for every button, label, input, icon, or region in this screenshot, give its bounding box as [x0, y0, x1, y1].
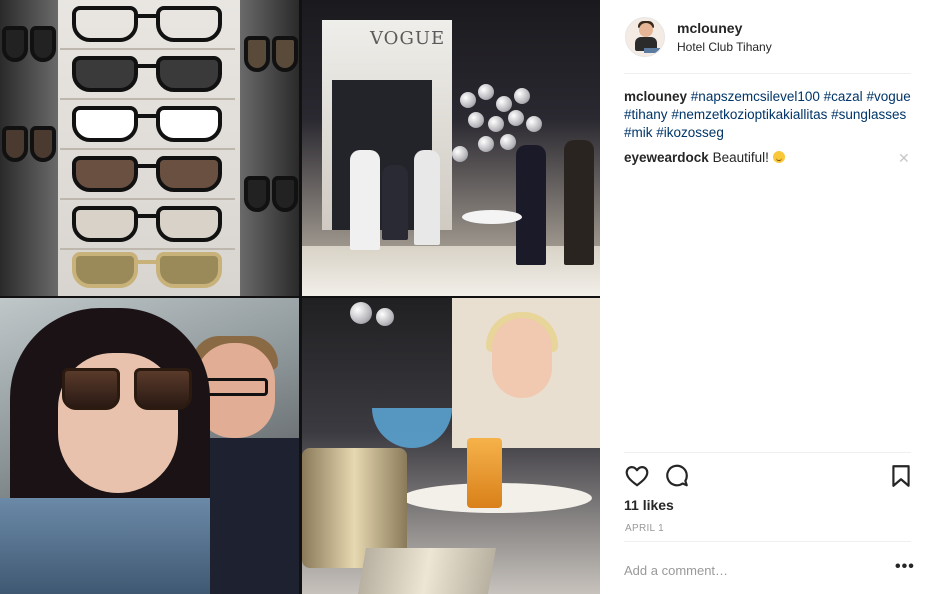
hashtag[interactable]: #napszemcsilevel100	[691, 89, 820, 104]
photo-table-scene	[302, 298, 600, 594]
location-link[interactable]: Hotel Club Tihany	[677, 40, 772, 54]
bookmark-icon[interactable]	[888, 463, 914, 489]
more-dots-icon[interactable]: •••	[895, 558, 915, 576]
photo-sunglasses-display	[0, 0, 299, 296]
hashtag[interactable]: #ikozosseg	[656, 125, 724, 140]
hashtag[interactable]: #tihany	[624, 107, 668, 122]
caption-username[interactable]: mclouney	[624, 89, 687, 104]
close-icon[interactable]: ✕	[898, 150, 910, 167]
username-link[interactable]: mclouney	[677, 20, 742, 36]
likes-count[interactable]: 11 likes	[624, 497, 674, 513]
hashtag[interactable]: #cazal	[824, 89, 863, 104]
hashtag[interactable]: #mik	[624, 125, 653, 140]
post-header: mclouney Hotel Club Tihany	[624, 14, 911, 74]
comment-text: Beautiful!	[712, 150, 769, 165]
vogue-sign-text: VOGUE	[370, 28, 446, 49]
hashtag[interactable]: #sunglasses	[831, 107, 906, 122]
post-photo[interactable]: VOGUE	[0, 0, 600, 594]
post-caption: mclouney #napszemcsilevel100 #cazal #vog…	[624, 88, 914, 142]
heart-icon[interactable]	[624, 463, 650, 489]
hashtag[interactable]: #vogue	[866, 89, 910, 104]
action-bar	[624, 452, 911, 498]
avatar[interactable]	[625, 17, 665, 57]
comment-row: eyeweardock Beautiful!	[624, 149, 914, 167]
hashtag[interactable]: #nemzetkozioptikakiallitas	[671, 107, 827, 122]
post-side-panel: mclouney Hotel Club Tihany mclouney #nap…	[600, 0, 934, 594]
post-date[interactable]: APRIL 1	[625, 523, 664, 534]
add-comment-section: •••	[624, 541, 914, 594]
comment-username[interactable]: eyeweardock	[624, 150, 709, 165]
photo-vogue-booth: VOGUE	[302, 0, 600, 296]
smile-emoji-icon	[772, 151, 785, 163]
comment-bubble-icon[interactable]	[664, 463, 690, 489]
comment-input[interactable]	[624, 560, 874, 580]
photo-selfie	[0, 298, 299, 594]
